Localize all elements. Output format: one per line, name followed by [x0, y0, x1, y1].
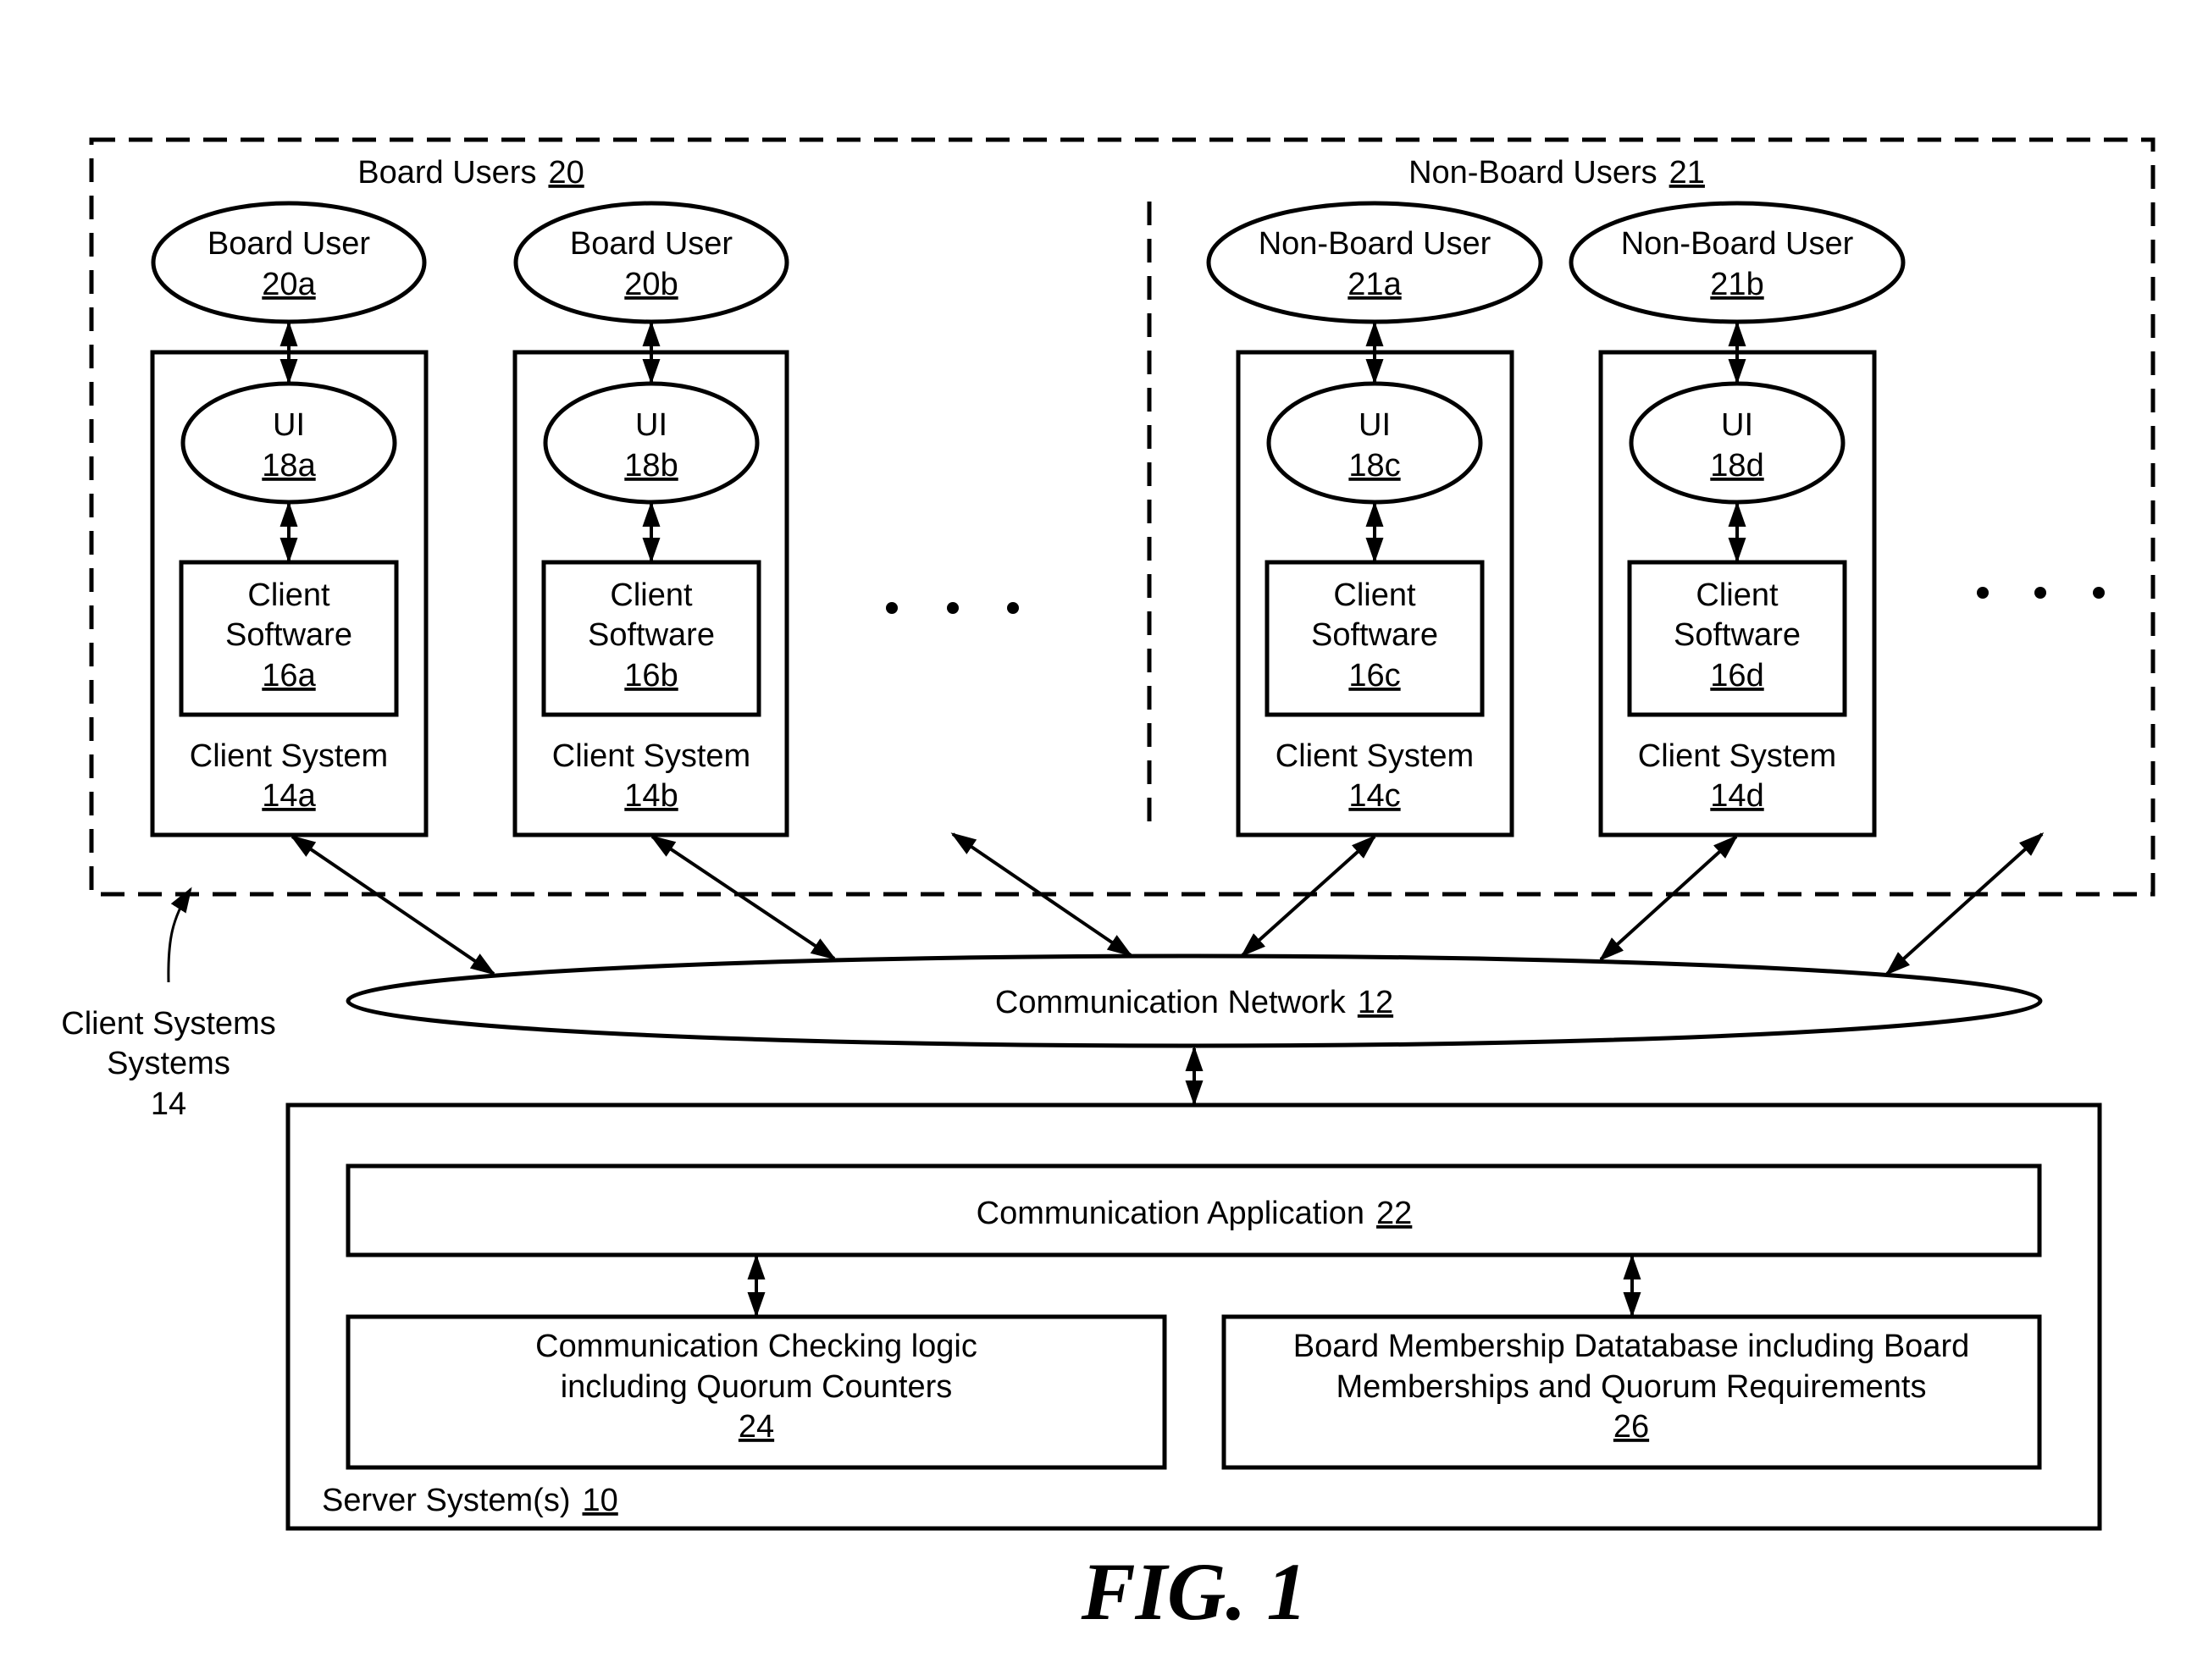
- client-system-label: Client System: [190, 738, 388, 774]
- client-systems-callout-ref: 14: [151, 1086, 186, 1122]
- client-software-label-line1: Client: [247, 578, 330, 613]
- user-label: Board User: [570, 226, 733, 262]
- client-system-label: Client System: [552, 738, 750, 774]
- ui-ellipse: [543, 381, 760, 505]
- client-systems-group: Board User 20a UI 18a Client Software 16a Clien…: [150, 201, 1906, 837]
- client-system-label: Client System: [1276, 738, 1474, 774]
- client-software-label-line2: Software: [588, 617, 715, 653]
- ui-ref: 18a: [262, 448, 316, 484]
- ellipsis-more-board-clients: [886, 602, 1019, 614]
- client-software-label-line2: Software: [225, 617, 352, 653]
- client-systems-callout-label-line2: Systems: [107, 1046, 230, 1081]
- user-ref: 21b: [1710, 267, 1763, 302]
- client-column: Board User 20b UI 18b Client Software 16b Clien…: [512, 201, 789, 837]
- client-system-ref: 14d: [1710, 778, 1763, 814]
- communication-application-label: Communication Application 22: [977, 1196, 1413, 1231]
- client-system-ref: 14b: [624, 778, 678, 814]
- ui-label: UI: [1359, 407, 1391, 443]
- client-system-label: Client System: [1638, 738, 1836, 774]
- arrow-more-non-board-network: [1884, 832, 2045, 976]
- database-line1: Board Membership Datatabase including Bo…: [1293, 1329, 1969, 1364]
- client-software-ref: 16d: [1710, 658, 1763, 694]
- non-board-users-label: Non-Board Users 21: [1408, 155, 1705, 191]
- figure-caption: FIG. 1: [1081, 1546, 1308, 1637]
- user-ellipse: [151, 201, 427, 324]
- server-system-label: Server System(s) 10: [322, 1483, 618, 1518]
- ui-label: UI: [1721, 407, 1753, 443]
- client-software-label-line1: Client: [610, 578, 693, 613]
- board-users-label: Board Users 20: [357, 155, 584, 191]
- client-column: Non-Board User 21a UI 18c Client Software 16c C…: [1206, 201, 1543, 837]
- checking-logic-line1: Communication Checking logic: [535, 1329, 977, 1364]
- client-system-ref: 14a: [262, 778, 316, 814]
- client-software-ref: 16b: [624, 658, 678, 694]
- ellipsis-more-non-board-clients: [1977, 587, 2105, 599]
- client-software-ref: 16c: [1348, 658, 1400, 694]
- client-systems-callout-label: Client Systems: [61, 1006, 275, 1042]
- client-software-label-line2: Software: [1674, 617, 1801, 653]
- client-software-label-line2: Software: [1311, 617, 1438, 653]
- client-column: Board User 20a UI 18a Client Software 16a Clien…: [150, 201, 429, 837]
- database-line2: Memberships and Quorum Requirements: [1337, 1369, 1927, 1405]
- ui-ellipse: [1266, 381, 1483, 505]
- arrow-14a-network: [290, 835, 496, 975]
- user-ellipse: [1206, 201, 1543, 324]
- user-label: Board User: [208, 226, 371, 262]
- user-ref: 20a: [262, 267, 316, 302]
- arrow-14d-network: [1598, 834, 1739, 962]
- ui-ref: 18d: [1710, 448, 1763, 484]
- user-ellipse: [513, 201, 789, 324]
- client-system-ref: 14c: [1348, 778, 1400, 814]
- communication-network-label: Communication Network 12: [995, 985, 1393, 1020]
- ui-ref: 18c: [1348, 448, 1400, 484]
- client-software-ref: 16a: [262, 658, 316, 694]
- client-software-label-line1: Client: [1333, 578, 1416, 613]
- system-diagram: Board Users 20 Non-Board Users 21 Board Us…: [61, 137, 2156, 1637]
- ui-label: UI: [273, 407, 305, 443]
- arrow-14b-network: [650, 835, 837, 960]
- database-ref: 26: [1613, 1409, 1649, 1445]
- ui-ellipse: [1629, 381, 1846, 505]
- ui-ref: 18b: [624, 448, 678, 484]
- client-systems-callout-line: [167, 887, 192, 983]
- user-ref: 20b: [624, 267, 678, 302]
- checking-logic-line2: including Quorum Counters: [561, 1369, 953, 1405]
- ui-label: UI: [635, 407, 667, 443]
- ui-ellipse: [180, 381, 397, 505]
- user-ellipse: [1569, 201, 1906, 324]
- client-software-label-line1: Client: [1696, 578, 1779, 613]
- user-ref: 21a: [1348, 267, 1402, 302]
- client-column: Non-Board User 21b UI 18d Client Software 16d C…: [1569, 201, 1906, 837]
- checking-logic-ref: 24: [739, 1409, 774, 1445]
- client-network-arrows: [290, 832, 2045, 976]
- user-label: Non-Board User: [1621, 226, 1854, 262]
- user-label: Non-Board User: [1259, 226, 1491, 262]
